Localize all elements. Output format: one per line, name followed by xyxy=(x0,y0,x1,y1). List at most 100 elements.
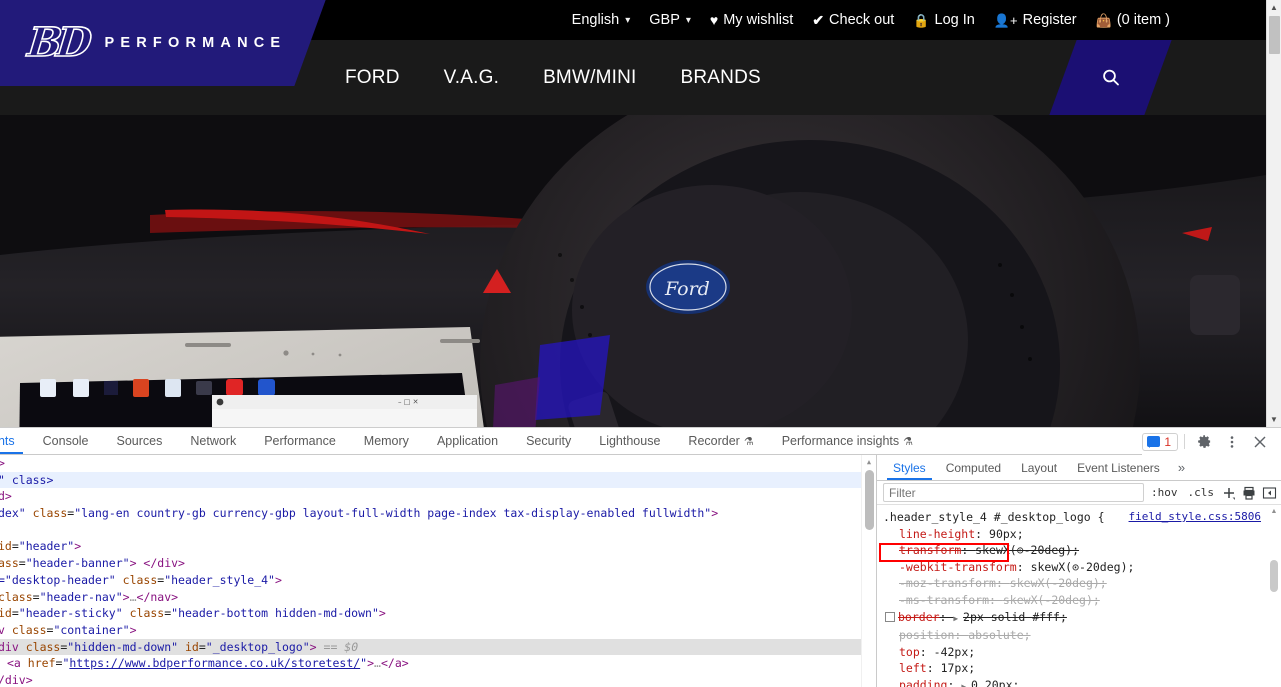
css-property-value[interactable]: skewX(-20deg); xyxy=(1010,576,1107,590)
css-property-name[interactable]: -ms-transform xyxy=(899,593,989,607)
register-link[interactable]: 👤+ Register xyxy=(994,12,1077,28)
more-options-button[interactable] xyxy=(1219,429,1245,455)
dom-tree-node[interactable]: <a href="https://www.bdperformance.co.uk… xyxy=(0,655,876,672)
css-property-name[interactable]: left xyxy=(899,661,927,675)
dom-tree-node[interactable]: " class> xyxy=(0,471,876,489)
devtools-tab-sources[interactable]: Sources xyxy=(103,428,177,454)
currency-selector[interactable]: GBP ▾ xyxy=(649,12,691,28)
devtools-tab-ents[interactable]: ents xyxy=(0,428,29,454)
dom-tree-node[interactable] xyxy=(0,522,876,539)
css-declaration[interactable]: border: ▶ 2px solid #fff; xyxy=(883,609,1267,628)
styles-scrollbar-thumb[interactable] xyxy=(1270,560,1278,592)
dom-scrollbar-thumb[interactable] xyxy=(865,470,874,530)
expand-shorthand-icon[interactable]: ▶ xyxy=(953,614,963,623)
nav-item-ford[interactable]: FORD xyxy=(345,67,400,89)
dom-tree-panel[interactable]: > " class> d> dex" class="lang-en country-g… xyxy=(0,455,876,687)
devtools-tab-console[interactable]: Console xyxy=(29,428,103,454)
dom-tree-node[interactable]: /div> xyxy=(0,672,876,687)
page-scrollbar-thumb[interactable] xyxy=(1269,16,1280,54)
dom-tree-node[interactable]: ="desktop-header" class="header_style_4"… xyxy=(0,572,876,589)
styles-tab-layout[interactable]: Layout xyxy=(1011,455,1067,480)
element-classes-button[interactable]: .cls xyxy=(1183,486,1220,499)
css-property-value[interactable]: 2px solid #fff; xyxy=(963,610,1067,624)
css-property-name[interactable]: -moz-transform xyxy=(899,576,996,590)
css-declaration[interactable]: -moz-transform: skewX(-20deg); xyxy=(883,575,1267,592)
css-declaration[interactable]: top: -42px; xyxy=(883,644,1267,661)
css-property-value[interactable]: 17px; xyxy=(941,661,976,675)
declaration-checkbox[interactable] xyxy=(885,611,895,622)
devtools-tab-security[interactable]: Security xyxy=(512,428,585,454)
nav-item-bmw-mini[interactable]: BMW/MINI xyxy=(543,67,636,89)
css-declaration[interactable]: -webkit-transform: skewX(⊙-20deg); xyxy=(883,559,1267,576)
search-button[interactable] xyxy=(1049,40,1172,115)
expand-shorthand-icon[interactable]: ▶ xyxy=(961,682,971,687)
css-rule-selector[interactable]: .header_style_4 #_desktop_logo {field_st… xyxy=(883,509,1267,526)
dom-tree-node[interactable]: dex" class="lang-en country-gb currency-… xyxy=(0,505,876,522)
language-selector[interactable]: English ▾ xyxy=(572,12,631,28)
css-declaration[interactable]: line-height: 90px; xyxy=(883,526,1267,543)
css-declaration[interactable]: transform: skewX(⊙-20deg); xyxy=(883,542,1267,559)
close-devtools-button[interactable] xyxy=(1247,429,1273,455)
css-property-name[interactable]: top xyxy=(899,645,920,659)
devtools-tab-memory[interactable]: Memory xyxy=(350,428,423,454)
css-declaration[interactable]: position: absolute; xyxy=(883,627,1267,644)
styles-filter-input[interactable] xyxy=(883,483,1144,502)
styles-tab-event-listeners[interactable]: Event Listeners xyxy=(1067,455,1170,480)
devtools-tab-performance[interactable]: Performance xyxy=(250,428,350,454)
checkout-link[interactable]: ✔ Check out xyxy=(812,12,894,28)
css-property-value[interactable]: -42px; xyxy=(934,645,976,659)
scroll-up-arrow-icon[interactable]: ▲ xyxy=(862,455,876,469)
settings-button[interactable] xyxy=(1191,429,1217,455)
dom-tree-node[interactable]: id="header"> xyxy=(0,538,876,555)
stylesheet-source-link[interactable]: field_style.css:5806 xyxy=(1129,509,1261,526)
wishlist-link[interactable]: ♥ My wishlist xyxy=(710,12,793,28)
dom-tree-node[interactable]: ass="header-banner"> </div> xyxy=(0,555,876,572)
css-property-name[interactable]: border xyxy=(898,610,940,624)
dom-tree-node[interactable]: > xyxy=(0,455,876,472)
scroll-up-arrow-icon[interactable]: ▲ xyxy=(1267,505,1281,518)
css-property-name[interactable]: padding xyxy=(899,678,947,687)
dom-tree-node[interactable]: id="header-sticky" class="header-bottom … xyxy=(0,605,876,622)
message-count-badge[interactable]: 1 xyxy=(1142,432,1178,451)
devtools-tab-lighthouse[interactable]: Lighthouse xyxy=(585,428,674,454)
css-property-value[interactable]: skewX(-20deg); xyxy=(1003,593,1100,607)
new-style-rule-button[interactable] xyxy=(1219,483,1239,503)
dom-tree-scrollbar[interactable]: ▲ xyxy=(861,455,876,687)
scroll-down-arrow-icon[interactable]: ▼ xyxy=(1267,412,1281,427)
css-property-name[interactable]: position xyxy=(899,628,954,642)
computed-styles-sidebar-button[interactable] xyxy=(1239,483,1259,503)
styles-tab-computed[interactable]: Computed xyxy=(936,455,1011,480)
force-state-button[interactable]: :hov xyxy=(1146,486,1183,499)
dom-tree-node[interactable]: d> xyxy=(0,488,876,505)
css-declaration[interactable]: left: 17px; xyxy=(883,660,1267,677)
css-property-value[interactable]: absolute; xyxy=(968,628,1030,642)
cart-link[interactable]: 👜 (0 item ) xyxy=(1096,12,1170,28)
dom-href-link[interactable]: https://www.bdperformance.co.uk/storetes… xyxy=(69,656,360,670)
devtools-tab-application[interactable]: Application xyxy=(423,428,512,454)
styles-scrollbar[interactable]: ▲ xyxy=(1267,505,1281,687)
css-property-name[interactable]: -webkit-transform xyxy=(899,560,1017,574)
css-property-value[interactable]: 90px; xyxy=(989,527,1024,541)
site-logo[interactable]: BD PERFORMANCE xyxy=(0,0,326,86)
css-property-value[interactable]: skewX(⊙-20deg); xyxy=(1031,560,1135,574)
page-scrollbar[interactable]: ▲ ▼ xyxy=(1266,0,1281,427)
dom-tree-node[interactable]: class="header-nav">…</nav> xyxy=(0,589,876,606)
devtools-tab-performance-insights[interactable]: Performance insights ⚗ xyxy=(768,428,927,454)
styles-tab-styles[interactable]: Styles xyxy=(883,455,936,480)
devtools-tab-recorder[interactable]: Recorder ⚗ xyxy=(674,428,767,454)
css-property-value[interactable]: skewX(⊙-20deg); xyxy=(975,543,1079,557)
scroll-up-arrow-icon[interactable]: ▲ xyxy=(1267,0,1281,15)
css-property-value[interactable]: 0 20px; xyxy=(971,678,1019,687)
devtools-tab-network[interactable]: Network xyxy=(176,428,250,454)
styles-more-tabs-button[interactable]: » xyxy=(1170,455,1193,480)
login-link[interactable]: 🔒 Log In xyxy=(913,12,975,28)
css-declaration[interactable]: padding: ▶ 0 20px; xyxy=(883,677,1267,687)
css-declaration[interactable]: -ms-transform: skewX(-20deg); xyxy=(883,592,1267,609)
css-property-name[interactable]: line-height xyxy=(899,527,975,541)
dom-tree-node[interactable]: div class="hidden-md-down" id="_desktop_… xyxy=(0,638,876,656)
toggle-sidebar-button[interactable] xyxy=(1259,483,1279,503)
nav-item-vag[interactable]: V.A.G. xyxy=(444,67,499,89)
dom-tree-node[interactable]: v class="container"> xyxy=(0,622,876,639)
nav-item-brands[interactable]: BRANDS xyxy=(680,67,760,89)
css-property-name[interactable]: transform xyxy=(899,543,961,557)
